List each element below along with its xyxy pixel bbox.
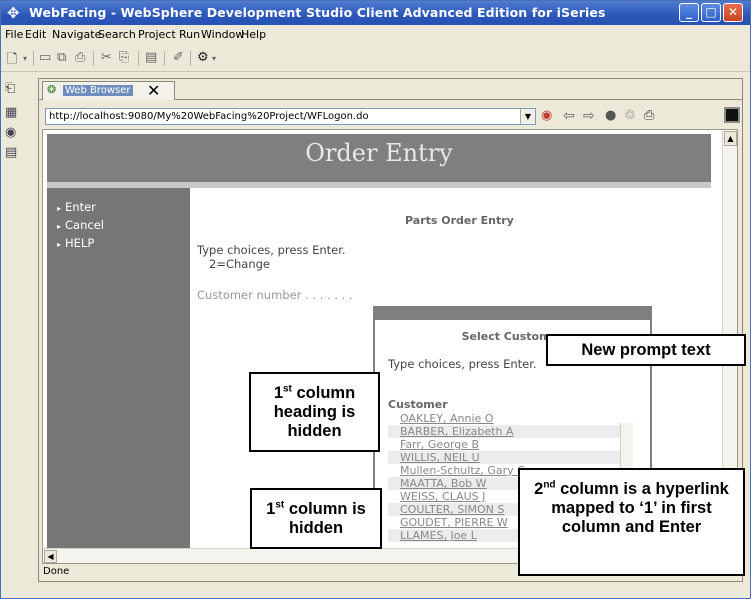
callout-first-column-heading: 1st column heading is hidden [249, 372, 380, 452]
refresh-icon[interactable]: ♲ [624, 108, 636, 123]
scroll-up-icon[interactable]: ▲ [724, 131, 737, 146]
callout-second-column-hyperlink: 2nd column is a hyperlink mapped to ‘1’ … [518, 468, 745, 576]
nav-help-label: HELP [65, 236, 95, 250]
url-input[interactable]: http://localhost:9080/My%20WebFacing%20P… [45, 108, 536, 125]
option-text: 2=Change [209, 257, 270, 271]
search-icon[interactable]: ✐ [173, 50, 184, 65]
print-icon[interactable]: ⎙ [75, 50, 85, 65]
outline-perspective-icon[interactable]: ▤ [5, 145, 17, 160]
toolbar-separator [138, 51, 139, 66]
menu-edit[interactable]: Edit [25, 28, 46, 41]
callout-text: column is hidden [284, 500, 366, 537]
nav-cancel-label: Cancel [65, 218, 104, 232]
nav-enter-label: Enter [65, 200, 96, 214]
scroll-left-icon[interactable]: ◀ [44, 550, 57, 563]
callout-ordinal: 1 [273, 384, 283, 402]
editor-tab-row: ❂ Web Browser ✕ [39, 79, 742, 100]
callout-text: column is a hyperlink mapped to ‘1’ in f… [551, 480, 729, 536]
menu-bar: File Edit Navigate Search Project Run Wi… [1, 25, 750, 44]
perspective-bar: ⎗ ▦ ◉ ▤ [1, 73, 38, 598]
tab-close-icon[interactable]: ✕ [147, 81, 160, 100]
customer-link[interactable]: OAKLEY, Annie O [388, 412, 620, 425]
browser-status: Done [43, 566, 70, 577]
url-dropdown-icon[interactable]: ▼ [520, 109, 535, 124]
go-icon[interactable]: ◉ [541, 108, 552, 123]
menu-project[interactable]: Project [138, 28, 176, 41]
customer-link[interactable]: WILLIS, NEIL U [388, 451, 620, 464]
column-heading: Customer [388, 398, 448, 411]
save-all-icon[interactable]: ⧉ [57, 50, 66, 65]
stop-icon[interactable]: ● [605, 108, 616, 123]
menu-navigate[interactable]: Navigate [52, 28, 101, 41]
menu-window[interactable]: Window [201, 28, 244, 41]
callout-ordinal: 2 [534, 480, 544, 498]
toolbar-separator [164, 51, 165, 66]
callout-first-column-hidden: 1st column is hidden [250, 488, 382, 549]
customer-link[interactable]: Farr, George B [388, 438, 620, 451]
tab-web-browser[interactable]: ❂ Web Browser ✕ [42, 81, 175, 100]
copy-icon[interactable]: ⎘ [119, 50, 129, 65]
toolbar-separator [93, 51, 94, 66]
run-icon[interactable]: ⚙ [197, 50, 209, 65]
dialog-header-bar [375, 308, 650, 320]
page-header: Order Entry [47, 134, 711, 182]
title-bar: ✥ WebFacing - WebSphere Development Stud… [1, 1, 750, 25]
toolbar: 🗋 ▾ ▭ ⧉ ⎙ ✂ ⎘ ▤ ✐ ⚙ ▾ [1, 44, 750, 72]
command-nav: ▸ Enter ▸ Cancel ▸ HELP [47, 188, 190, 563]
address-row: http://localhost:9080/My%20WebFacing%20P… [42, 105, 740, 127]
close-button[interactable]: ✕ [723, 3, 743, 22]
maximize-view-icon[interactable] [724, 107, 740, 123]
app-icon: ✥ [7, 4, 20, 22]
toolbar-separator [190, 51, 191, 66]
cut-icon[interactable]: ✂ [101, 50, 112, 65]
open-perspective-icon[interactable]: ⎗ [5, 81, 15, 96]
customer-link[interactable]: BARBER, Elizabeth A [388, 425, 620, 438]
save-icon[interactable]: ▭ [39, 50, 51, 65]
callout-new-prompt: New prompt text [546, 334, 746, 366]
form-title: Parts Order Entry [405, 214, 514, 227]
globe-icon: ❂ [47, 83, 57, 96]
menu-file[interactable]: File [5, 28, 23, 41]
print-page-icon[interactable]: ⎙ [644, 108, 654, 123]
menu-run[interactable]: Run [179, 28, 200, 41]
minimize-button[interactable]: _ [679, 3, 699, 22]
window-title: WebFacing - WebSphere Development Studio… [29, 5, 606, 20]
web-perspective-icon[interactable]: ◉ [5, 125, 16, 140]
callout-ordinal-suffix: nd [543, 479, 556, 491]
menu-search[interactable]: Search [98, 28, 136, 41]
perspective-icon[interactable]: ▦ [5, 105, 17, 120]
nav-item-enter[interactable]: ▸ Enter [57, 200, 96, 214]
tab-label: Web Browser [63, 85, 133, 96]
instruction-text: Type choices, press Enter. [197, 243, 346, 257]
triangle-icon: ▸ [57, 240, 62, 249]
dialog-instruction: Type choices, press Enter. [388, 357, 537, 371]
callout-ordinal-suffix: st [283, 383, 292, 395]
nav-item-cancel[interactable]: ▸ Cancel [57, 218, 104, 232]
triangle-icon: ▸ [57, 204, 62, 213]
toolbar-separator [33, 51, 34, 66]
maximize-button[interactable]: □ [701, 3, 721, 22]
new-icon[interactable]: 🗋 [7, 50, 17, 72]
back-icon[interactable]: ⇦ [563, 108, 575, 124]
callout-ordinal: 1 [266, 500, 276, 518]
page-title: Order Entry [305, 139, 453, 167]
new-dropdown-icon[interactable]: ▾ [23, 54, 27, 63]
menu-help[interactable]: Help [241, 28, 266, 41]
open-file-icon[interactable]: ▤ [145, 50, 157, 65]
nav-item-help[interactable]: ▸ HELP [57, 236, 94, 250]
run-dropdown-icon[interactable]: ▾ [212, 54, 216, 63]
forward-icon[interactable]: ⇨ [583, 108, 595, 124]
customer-number-label: Customer number . . . . . . . [197, 288, 353, 302]
callout-ordinal-suffix: st [275, 499, 285, 511]
triangle-icon: ▸ [57, 222, 62, 231]
